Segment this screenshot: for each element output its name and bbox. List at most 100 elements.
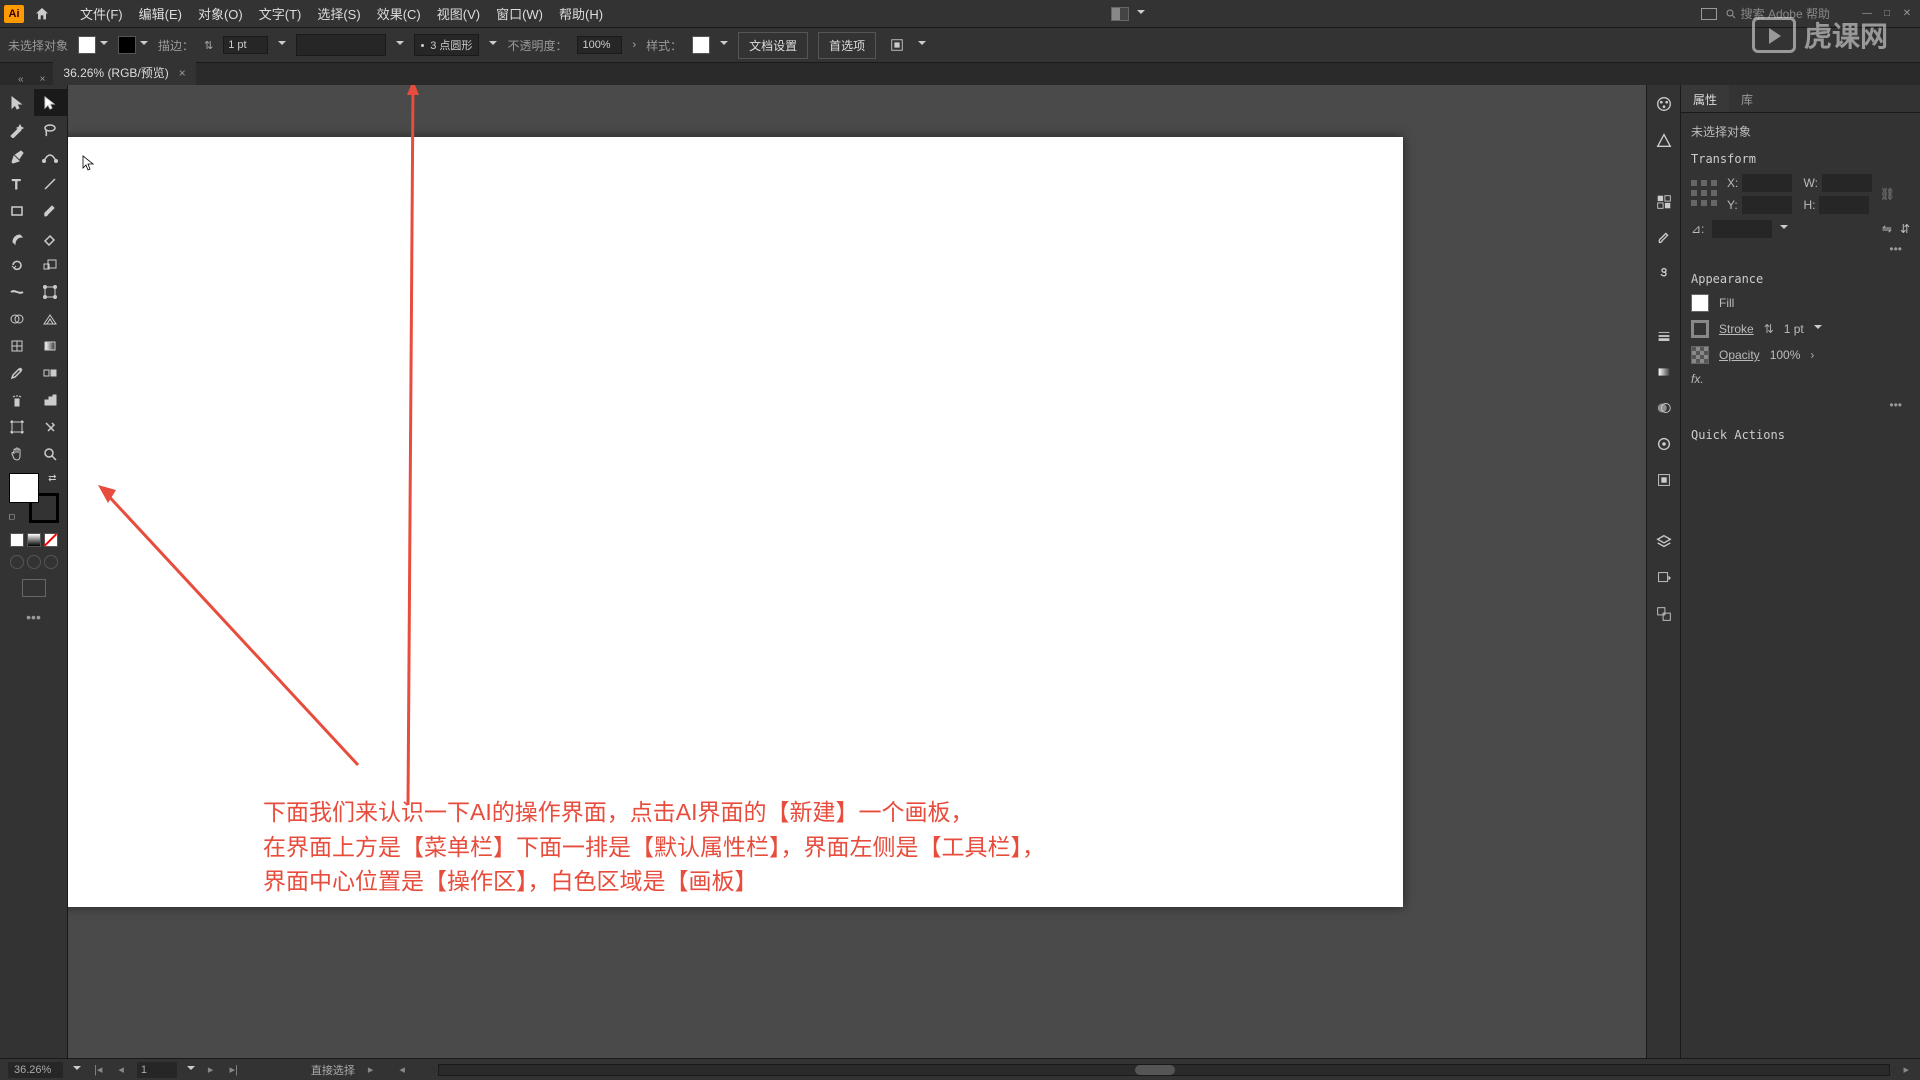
tab-libraries[interactable]: 库 — [1729, 85, 1765, 112]
appearance-opacity-swatch[interactable] — [1691, 346, 1709, 364]
rotate-tool[interactable] — [0, 251, 34, 278]
tab-properties[interactable]: 属性 — [1681, 85, 1729, 112]
fx-label[interactable]: fx. — [1691, 372, 1704, 386]
curvature-tool[interactable] — [34, 143, 68, 170]
menu-file[interactable]: 文件(F) — [72, 0, 131, 27]
layers-panel-icon[interactable] — [1653, 531, 1675, 553]
selection-tool[interactable] — [0, 89, 34, 116]
eyedropper-tool[interactable] — [0, 359, 34, 386]
link-wh-icon[interactable]: ⛓ — [1880, 187, 1895, 201]
menu-window[interactable]: 窗口(W) — [488, 0, 551, 27]
opacity-flyout-icon[interactable]: › — [632, 39, 636, 51]
workspace-switcher-icon[interactable] — [1111, 7, 1129, 21]
artboard-number-input[interactable]: 1 — [137, 1062, 177, 1078]
stroke-swatch[interactable] — [118, 36, 136, 54]
color-guide-panel-icon[interactable] — [1653, 129, 1675, 151]
document-setup-button[interactable]: 文档设置 — [738, 32, 808, 59]
minimize-icon[interactable]: — — [1858, 7, 1876, 21]
document-tab[interactable]: 36.26% (RGB/预览) × — [53, 60, 195, 85]
angle-dropdown-icon[interactable] — [1780, 225, 1788, 233]
menu-object[interactable]: 对象(O) — [190, 0, 251, 27]
next-artboard-icon[interactable]: ▸ — [205, 1063, 217, 1076]
default-fill-stroke-icon[interactable]: ◻ — [9, 512, 16, 521]
stroke-panel-icon[interactable] — [1653, 325, 1675, 347]
gradient-tool[interactable] — [34, 332, 68, 359]
status-flyout-icon[interactable]: ▸ — [365, 1063, 377, 1076]
scroll-right-icon[interactable]: ▸ — [1900, 1063, 1912, 1076]
angle-input[interactable] — [1712, 220, 1772, 238]
appearance-opacity-value[interactable]: 100% — [1770, 348, 1801, 362]
h-input[interactable] — [1819, 196, 1869, 214]
appearance-stroke-swatch[interactable] — [1691, 320, 1709, 338]
color-mode-solid[interactable] — [10, 533, 24, 547]
workspace-dropdown-icon[interactable] — [1137, 10, 1145, 18]
appearance-stroke-stepper-icon[interactable]: ⇅ — [1764, 322, 1774, 336]
zoom-level[interactable]: 36.26% — [8, 1062, 63, 1078]
rectangle-tool[interactable] — [0, 197, 34, 224]
pen-tool[interactable] — [0, 143, 34, 170]
profile-dropdown-icon[interactable] — [396, 41, 404, 49]
brush-definition[interactable]: 3 点圆形 — [414, 34, 479, 56]
menu-view[interactable]: 视图(V) — [429, 0, 488, 27]
opacity-input[interactable] — [577, 36, 622, 54]
style-swatch[interactable] — [692, 36, 710, 54]
shape-builder-tool[interactable] — [0, 305, 34, 332]
tab-close-icon[interactable]: × — [179, 66, 186, 80]
close-icon[interactable]: ✕ — [1898, 7, 1916, 21]
column-graph-tool[interactable] — [34, 386, 68, 413]
artboards-panel-icon[interactable] — [1653, 603, 1675, 625]
width-tool[interactable] — [0, 278, 34, 305]
appearance-stroke-dropdown-icon[interactable] — [1814, 325, 1822, 333]
zoom-dropdown-icon[interactable] — [73, 1066, 81, 1074]
prev-artboard-icon[interactable]: ◂ — [115, 1063, 127, 1076]
y-input[interactable] — [1742, 196, 1792, 214]
mesh-tool[interactable] — [0, 332, 34, 359]
appearance-more-icon[interactable]: ••• — [1691, 394, 1910, 416]
free-transform-tool[interactable] — [34, 278, 68, 305]
symbols-panel-icon[interactable] — [1653, 263, 1675, 285]
fill-color-box[interactable] — [9, 473, 39, 503]
eraser-tool[interactable] — [34, 224, 68, 251]
search-box[interactable]: 搜索 Adobe 帮助 — [1725, 5, 1830, 22]
lasso-tool[interactable] — [34, 116, 68, 143]
style-dropdown-icon[interactable] — [720, 41, 728, 49]
preferences-button[interactable]: 首选项 — [818, 32, 876, 59]
variable-width-profile[interactable] — [296, 34, 386, 56]
fill-swatch[interactable] — [78, 36, 96, 54]
fill-dropdown-icon[interactable] — [100, 41, 108, 49]
reference-point-selector[interactable] — [1691, 180, 1719, 208]
stroke-stepper-icon[interactable]: ⇅ — [204, 39, 213, 52]
color-mode-gradient[interactable] — [27, 533, 41, 547]
x-input[interactable] — [1742, 174, 1792, 192]
appearance-fill-swatch[interactable] — [1691, 294, 1709, 312]
swap-fill-stroke-icon[interactable]: ⇄ — [48, 473, 56, 484]
line-tool[interactable] — [34, 170, 68, 197]
stroke-dropdown-icon[interactable] — [140, 41, 148, 49]
color-mode-none[interactable] — [44, 533, 58, 547]
scroll-left-icon[interactable]: ◂ — [396, 1063, 408, 1076]
slice-tool[interactable] — [34, 413, 68, 440]
magic-wand-tool[interactable] — [0, 116, 34, 143]
canvas-area[interactable]: 下面我们来认识一下AI的操作界面，点击AI界面的【新建】一个画板， 在界面上方是… — [68, 85, 1646, 1060]
asset-export-panel-icon[interactable] — [1653, 567, 1675, 589]
menu-edit[interactable]: 编辑(E) — [131, 0, 190, 27]
appearance-panel-icon[interactable] — [1653, 433, 1675, 455]
menu-effect[interactable]: 效果(C) — [369, 0, 429, 27]
gradient-panel-icon[interactable] — [1653, 361, 1675, 383]
type-tool[interactable]: T — [0, 170, 34, 197]
perspective-grid-tool[interactable] — [34, 305, 68, 332]
horizontal-scrollbar[interactable] — [438, 1064, 1891, 1076]
menu-type[interactable]: 文字(T) — [251, 0, 310, 27]
last-artboard-icon[interactable]: ▸| — [226, 1063, 240, 1076]
stroke-weight-dropdown-icon[interactable] — [278, 41, 286, 49]
scale-tool[interactable] — [34, 251, 68, 278]
menu-help[interactable]: 帮助(H) — [551, 0, 611, 27]
shaper-tool[interactable] — [0, 224, 34, 251]
swatches-panel-icon[interactable] — [1653, 191, 1675, 213]
screen-mode-button[interactable] — [22, 579, 46, 597]
transparency-panel-icon[interactable] — [1653, 397, 1675, 419]
brush-dropdown-icon[interactable] — [489, 41, 497, 49]
artboard-tool[interactable] — [0, 413, 34, 440]
first-artboard-icon[interactable]: |◂ — [91, 1063, 105, 1076]
align-dropdown-icon[interactable] — [918, 41, 926, 49]
